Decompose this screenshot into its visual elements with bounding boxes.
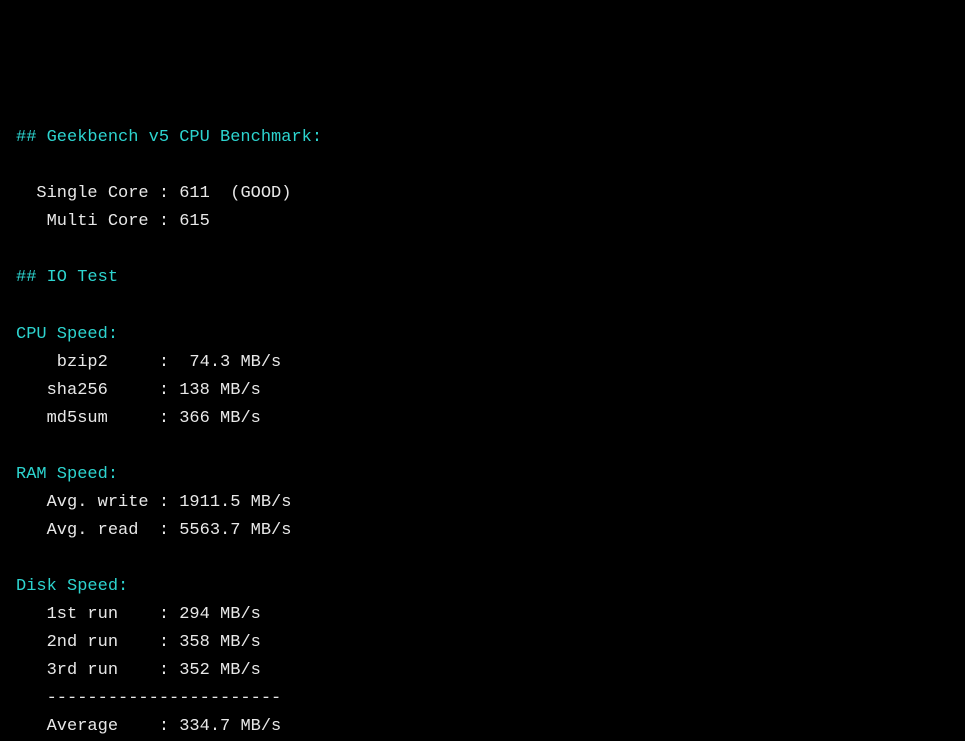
ram-speed-title: RAM Speed: [16, 465, 118, 484]
disk-run2-value: 358 MB/s [169, 633, 261, 652]
cpu-speed-title: CPU Speed: [16, 325, 118, 344]
geekbench-header: ## Geekbench v5 CPU Benchmark: [16, 128, 322, 147]
ram-read-value: 5563.7 MB/s [169, 521, 291, 540]
single-core-value: 611 (GOOD) [169, 184, 291, 203]
disk-divider: ----------------------- [16, 689, 281, 708]
multi-core-value: 615 [169, 212, 210, 231]
ram-read-label: Avg. read : [16, 521, 169, 540]
disk-run3-label: 3rd run : [16, 661, 169, 680]
md5sum-label: md5sum : [16, 409, 169, 428]
multi-core-label: Multi Core : [16, 212, 169, 231]
sha256-value: 138 MB/s [169, 381, 261, 400]
disk-avg-label: Average : [16, 717, 169, 736]
disk-speed-title: Disk Speed: [16, 577, 128, 596]
bzip2-label: bzip2 : [16, 353, 169, 372]
ram-write-value: 1911.5 MB/s [169, 493, 291, 512]
bzip2-value: 74.3 MB/s [169, 353, 281, 372]
single-core-label: Single Core : [16, 184, 169, 203]
disk-run3-value: 352 MB/s [169, 661, 261, 680]
disk-run1-label: 1st run : [16, 605, 169, 624]
io-test-header: ## IO Test [16, 268, 118, 287]
disk-run1-value: 294 MB/s [169, 605, 261, 624]
md5sum-value: 366 MB/s [169, 409, 261, 428]
ram-write-label: Avg. write : [16, 493, 169, 512]
disk-run2-label: 2nd run : [16, 633, 169, 652]
disk-avg-value: 334.7 MB/s [169, 717, 281, 736]
sha256-label: sha256 : [16, 381, 169, 400]
